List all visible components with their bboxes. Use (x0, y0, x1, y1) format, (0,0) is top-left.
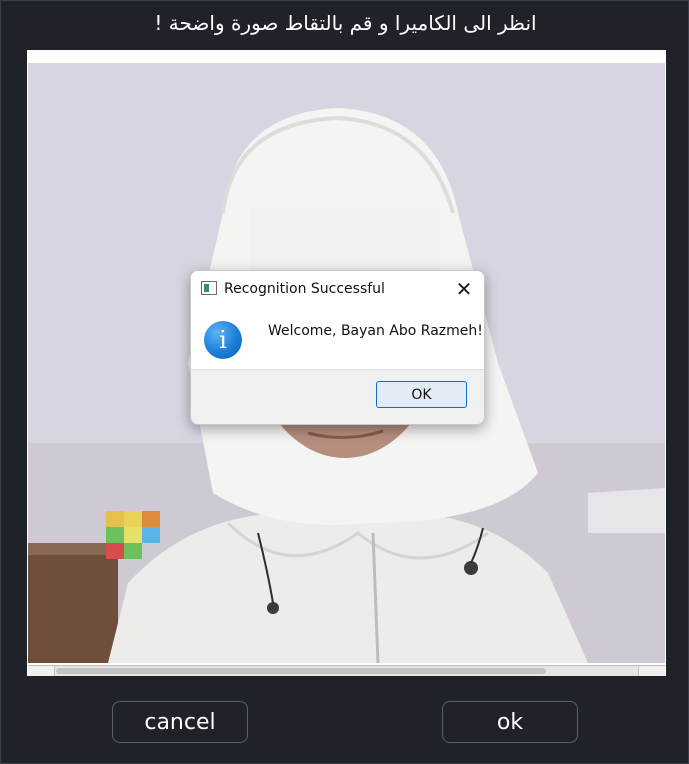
close-icon[interactable]: ✕ (450, 275, 478, 303)
scrollbar-thumb[interactable] (56, 668, 546, 674)
capture-dialog: انظر الى الكاميرا و قم بالتقاط صورة واضح… (0, 0, 689, 764)
cancel-button[interactable]: cancel (112, 701, 248, 743)
info-icon: i (204, 321, 242, 359)
dialog-title: انظر الى الكاميرا و قم بالتقاط صورة واضح… (154, 11, 537, 35)
horizontal-scrollbar[interactable] (28, 665, 665, 676)
scroll-left-arrow-icon[interactable] (28, 666, 55, 676)
app-window-icon (201, 281, 217, 295)
scroll-right-arrow-icon[interactable] (638, 666, 665, 676)
recognition-message-box: Recognition Successful ✕ i Welcome, Baya… (190, 270, 485, 425)
message-box-title: Recognition Successful (224, 281, 385, 297)
ok-button[interactable]: ok (442, 701, 578, 743)
message-box-titlebar: Recognition Successful ✕ (191, 271, 484, 307)
message-box-body: i Welcome, Bayan Abo Razmeh! (191, 307, 484, 370)
message-box-ok-button[interactable]: OK (376, 381, 467, 408)
message-text: Welcome, Bayan Abo Razmeh! (268, 323, 483, 339)
